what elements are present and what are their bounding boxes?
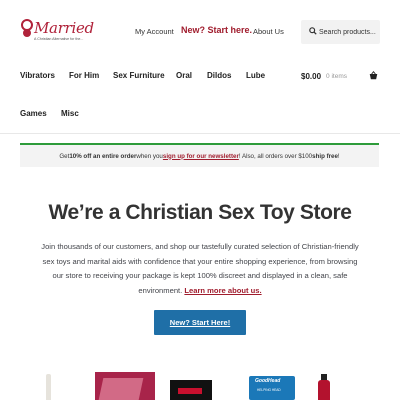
logo-text: Married	[34, 19, 94, 37]
nav-item-lube[interactable]: Lube	[246, 71, 265, 80]
logo-tagline: A Christian Alternative for the...	[34, 37, 84, 41]
product-label	[178, 388, 202, 394]
bottle-body	[318, 380, 330, 400]
product-image-game-box[interactable]	[170, 380, 212, 400]
learn-more-link[interactable]: Learn more about us.	[184, 286, 261, 295]
notice-free-shipping: ship free	[312, 152, 338, 160]
notice-text-mid: when you	[136, 152, 163, 160]
cart-amount: $0.00	[301, 71, 322, 81]
start-here-button[interactable]: New? Start Here!	[154, 310, 246, 335]
shopping-basket-icon	[369, 71, 378, 80]
nav-item-dildos[interactable]: Dildos	[207, 71, 231, 80]
my-account-link[interactable]: My Account	[135, 27, 174, 36]
search-input[interactable]	[319, 20, 379, 44]
product-image-goodhead[interactable]: GoodHead HELPING HEAD	[249, 376, 295, 400]
product-shading	[98, 378, 144, 400]
nav-item-oral[interactable]: Oral	[176, 71, 192, 80]
nav-item-sex-furniture[interactable]: Sex Furniture	[113, 71, 165, 80]
cart-item-count: 0 items	[326, 72, 347, 80]
product-sub-label: HELPING HEAD	[257, 388, 281, 392]
product-image-spray-bottle[interactable]	[317, 374, 331, 400]
nav-item-for-him[interactable]: For Him	[69, 71, 99, 80]
promo-notice: Get 10% off an entire order when you sig…	[20, 143, 379, 167]
notice-text-pre: Get	[59, 152, 70, 160]
hero-title: We’re a Christian Sex Toy Store	[48, 201, 352, 224]
newsletter-signup-link[interactable]: sign up for our newsletter	[163, 153, 239, 160]
notice-discount: 10% off an entire order	[69, 152, 137, 160]
new-start-here-link[interactable]: New? Start here.	[181, 25, 252, 35]
nav-item-games[interactable]: Games	[20, 109, 47, 118]
header-divider	[0, 133, 400, 134]
hero-description: Join thousands of our customers, and sho…	[40, 240, 360, 298]
cart-link[interactable]: $0.00 0 items	[301, 70, 378, 82]
product-brand-label: GoodHead	[255, 378, 281, 384]
product-image-furniture[interactable]	[95, 372, 155, 400]
search-box	[301, 20, 380, 44]
nav-item-misc[interactable]: Misc	[61, 109, 79, 118]
notice-text-end: !	[337, 152, 340, 160]
product-image-vibrator[interactable]	[46, 374, 51, 400]
site-header: Married A Christian Alternative for the.…	[0, 0, 400, 66]
notice-text-post: ! Also, all orders over $100	[238, 152, 313, 160]
site-logo[interactable]: Married A Christian Alternative for the.…	[20, 18, 96, 48]
about-us-link[interactable]: About Us	[253, 27, 284, 36]
nav-item-vibrators[interactable]: Vibrators	[20, 71, 55, 80]
rings-logo-icon	[21, 19, 33, 37]
search-icon	[309, 27, 317, 35]
